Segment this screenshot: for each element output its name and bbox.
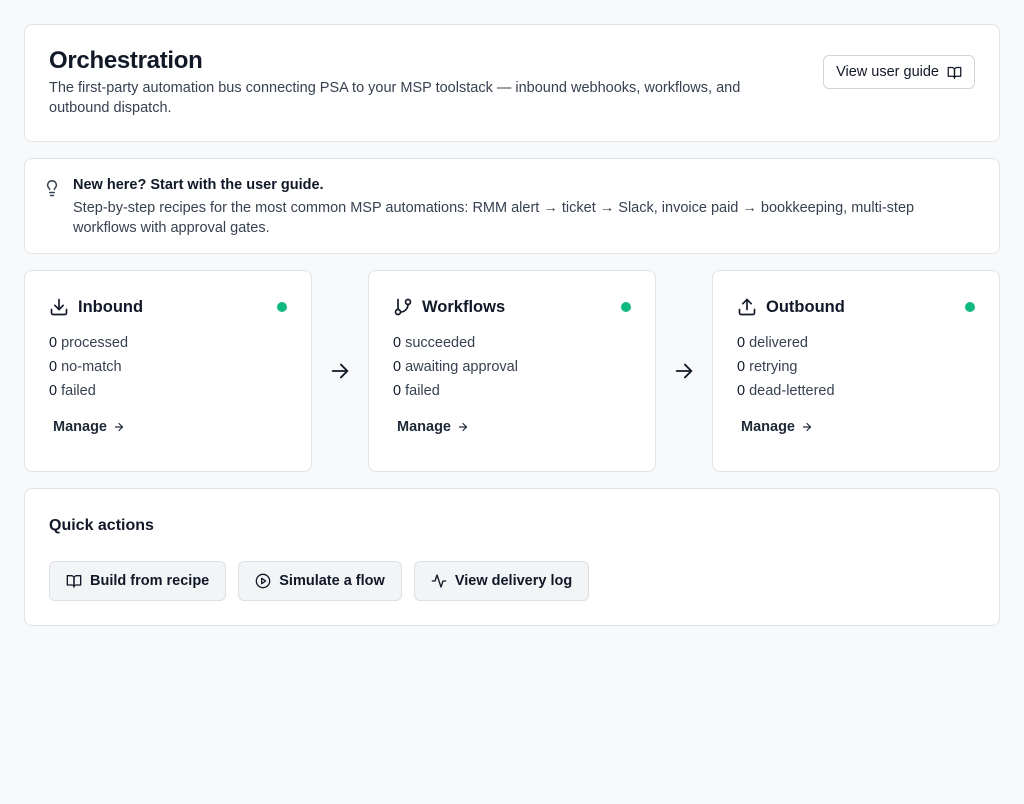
stat-value: 0	[393, 335, 402, 351]
view-delivery-log-button[interactable]: View delivery log	[413, 561, 590, 601]
upload-icon	[738, 298, 756, 316]
stat-no-match: 0 no-match	[49, 355, 128, 379]
arrow-right-icon	[802, 422, 812, 432]
book-open-icon	[66, 575, 82, 588]
stat-value: 0	[393, 359, 402, 375]
stat-awaiting-approval: 0 awaiting approval	[393, 355, 518, 379]
play-circle-icon	[255, 573, 271, 589]
activity-icon	[431, 574, 447, 588]
inbound-stats: 0 processed 0 no-match 0 failed	[49, 331, 128, 403]
stat-value: 0	[737, 383, 746, 399]
view-user-guide-button[interactable]: View user guide	[823, 55, 975, 89]
inbound-card: Inbound 0 processed 0 no-match 0 failed …	[24, 270, 312, 472]
quick-actions-card: Quick actions Build from recipe Simulate…	[24, 488, 1000, 626]
git-branch-icon	[394, 298, 412, 316]
workflows-header: Workflows	[393, 297, 505, 317]
outbound-manage-link[interactable]: Manage	[741, 419, 813, 435]
view-user-guide-label: View user guide	[836, 64, 939, 80]
user-guide-tip-card: New here? Start with the user guide. Ste…	[24, 158, 1000, 254]
workflows-title: Workflows	[422, 297, 506, 316]
workflows-stats: 0 succeeded 0 awaiting approval 0 failed	[393, 331, 518, 403]
stat-value: 0	[393, 383, 402, 399]
flow-arrow-icon	[675, 363, 693, 379]
arrow-right-icon	[458, 422, 468, 432]
inbound-status-dot	[277, 302, 287, 312]
stat-label: awaiting approval	[405, 359, 518, 375]
stat-value: 0	[49, 359, 58, 375]
quick-actions-title: Quick actions	[49, 517, 154, 534]
stat-label: processed	[61, 335, 129, 351]
workflows-card: Workflows 0 succeeded 0 awaiting approva…	[368, 270, 656, 472]
simulate-flow-label: Simulate a flow	[279, 573, 385, 589]
outbound-header: Outbound	[737, 297, 845, 317]
outbound-status-dot	[965, 302, 975, 312]
flow-arrow-icon	[331, 363, 349, 379]
stat-value: 0	[49, 335, 58, 351]
stat-succeeded: 0 succeeded	[393, 331, 518, 355]
stat-label: succeeded	[405, 335, 476, 351]
stat-label: no-match	[61, 359, 122, 375]
stat-value: 0	[49, 383, 58, 399]
stat-retrying: 0 retrying	[737, 355, 835, 379]
build-from-recipe-button[interactable]: Build from recipe	[49, 561, 227, 601]
manage-label: Manage	[53, 419, 107, 435]
tip-title: New here? Start with the user guide.	[73, 177, 324, 193]
inbound-header: Inbound	[49, 297, 143, 317]
inbound-manage-link[interactable]: Manage	[53, 419, 125, 435]
build-from-recipe-label: Build from recipe	[90, 573, 210, 589]
manage-label: Manage	[741, 419, 795, 435]
inbound-title: Inbound	[78, 297, 144, 316]
workflows-manage-link[interactable]: Manage	[397, 419, 469, 435]
stat-failed: 0 failed	[393, 379, 518, 403]
stat-processed: 0 processed	[49, 331, 128, 355]
lightbulb-icon	[46, 180, 58, 197]
page-title: Orchestration	[49, 47, 203, 74]
stat-label: retrying	[749, 359, 798, 375]
stat-label: delivered	[749, 335, 808, 351]
outbound-card: Outbound 0 delivered 0 retrying 0 dead-l…	[712, 270, 1000, 472]
stat-label: failed	[61, 383, 96, 399]
stat-value: 0	[737, 335, 746, 351]
stat-failed: 0 failed	[49, 379, 128, 403]
stat-value: 0	[737, 359, 746, 375]
page-description: The first-party automation bus connectin…	[49, 80, 741, 116]
download-icon	[50, 298, 68, 316]
outbound-stats: 0 delivered 0 retrying 0 dead-lettered	[737, 331, 835, 403]
stat-label: failed	[405, 383, 440, 399]
stat-dead-lettered: 0 dead-lettered	[737, 379, 835, 403]
stat-label: dead-lettered	[749, 383, 835, 399]
arrow-right-icon	[114, 422, 124, 432]
view-delivery-log-label: View delivery log	[454, 573, 573, 589]
manage-label: Manage	[397, 419, 451, 435]
workflows-status-dot	[621, 302, 631, 312]
book-open-icon	[947, 66, 962, 79]
outbound-title: Outbound	[766, 297, 845, 316]
header-card: Orchestration The first-party automation…	[24, 24, 1000, 142]
stat-delivered: 0 delivered	[737, 331, 835, 355]
simulate-flow-button[interactable]: Simulate a flow	[238, 561, 402, 601]
tip-body: Step-by-step recipes for the most common…	[73, 200, 915, 236]
quick-actions-row: Build from recipe Simulate a flow View d…	[49, 561, 590, 601]
